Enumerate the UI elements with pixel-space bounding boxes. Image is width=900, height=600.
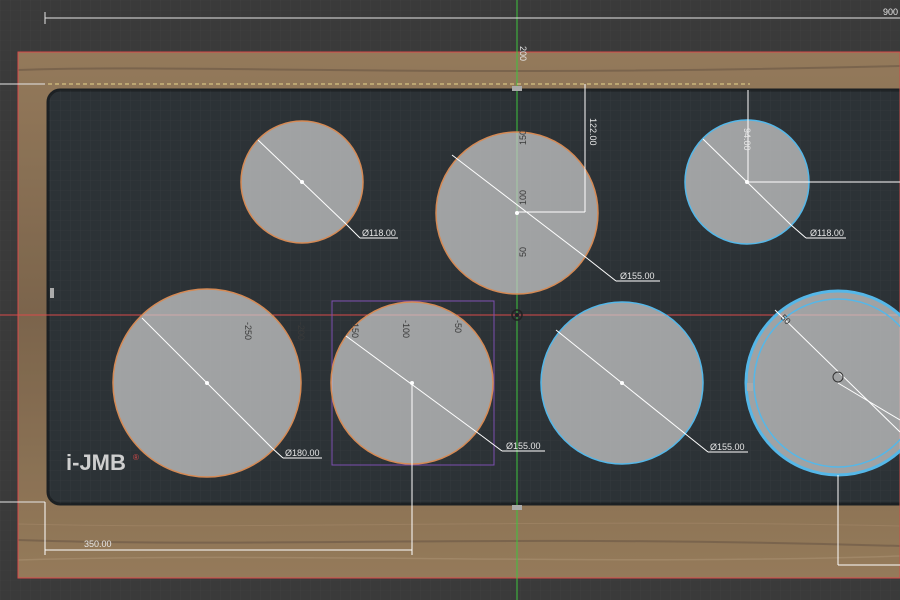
- circle-4-label-250: -250: [243, 322, 253, 340]
- circle-2-label-150: 150: [518, 130, 528, 145]
- left-handle[interactable]: [50, 288, 54, 298]
- circle-7-handle[interactable]: [747, 383, 753, 391]
- circle-5-label-150: -150: [350, 320, 360, 338]
- circle-2-label-100: 100: [518, 190, 528, 205]
- top-handle[interactable]: [512, 86, 522, 91]
- dimension-350-label: 350.00: [84, 539, 112, 549]
- circle-4-label-200: -200: [296, 322, 306, 340]
- circle-5-diameter: Ø155.00: [506, 441, 541, 451]
- center-marker-label: 200: [518, 46, 528, 61]
- circle-2-diameter: Ø155.00: [620, 271, 655, 281]
- circle-4-diameter: Ø180.00: [285, 448, 320, 458]
- circle-5-label-100: -100: [401, 320, 411, 338]
- design-canvas[interactable]: 900 200 Ø118.00 Ø155.00 150 100 50 122.0…: [0, 0, 900, 600]
- canvas-svg[interactable]: 900 200 Ø118.00 Ø155.00 150 100 50 122.0…: [0, 0, 900, 600]
- circle-5-label-50: -50: [453, 320, 463, 333]
- circle-2-label-50: 50: [518, 247, 528, 257]
- circle-6-diameter: Ø155.00: [710, 442, 745, 452]
- bottom-handle[interactable]: [512, 505, 522, 510]
- circle-3-diameter: Ø118.00: [810, 228, 844, 238]
- logo-text: i-JMB: [66, 450, 126, 475]
- top-ruler-label: 900: [883, 7, 898, 17]
- dimension-122-label: 122.00: [588, 118, 598, 146]
- circle-1-diameter: Ø118.00: [362, 228, 396, 238]
- logo-registered-mark: ®: [133, 453, 139, 462]
- dimension-94-label: 94.00: [742, 128, 752, 151]
